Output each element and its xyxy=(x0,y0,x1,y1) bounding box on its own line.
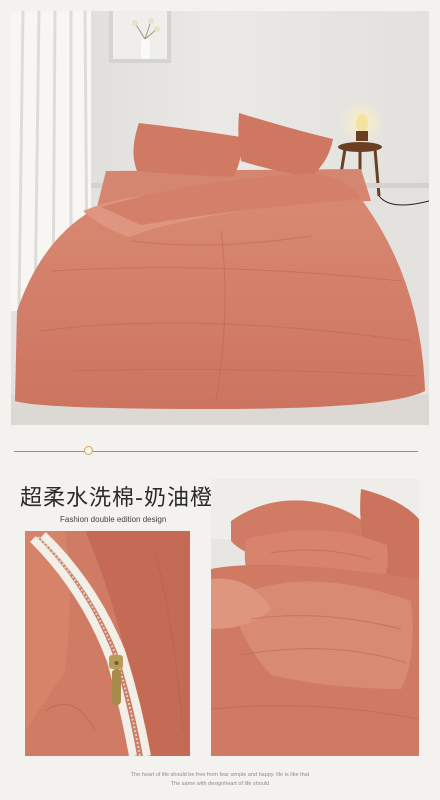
pillow-detail-photo xyxy=(211,479,419,756)
divider-accent-dot xyxy=(84,446,93,455)
footer-text-line-1: The heart of life should be free from fe… xyxy=(130,772,310,778)
section-divider xyxy=(14,451,418,452)
footer-text-line-2: The same with designheart of life should xyxy=(170,781,270,787)
product-title: 超柔水洗棉-奶油橙 xyxy=(20,486,213,511)
zipper-detail-photo xyxy=(25,531,190,756)
hero-photo-bedroom xyxy=(11,11,429,425)
product-subtitle: Fashion double edition design xyxy=(60,515,167,524)
